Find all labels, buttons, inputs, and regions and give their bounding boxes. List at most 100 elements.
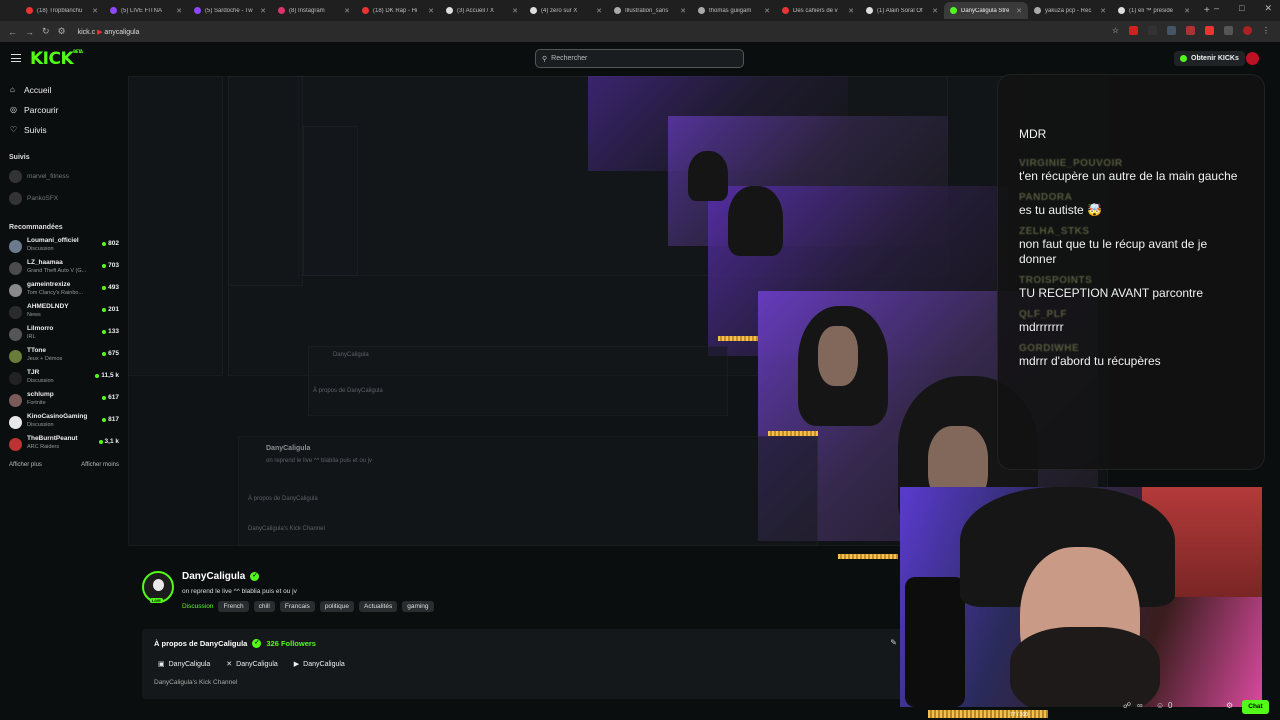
recommended-channel[interactable]: TJR Discussion 11,5 k [0, 368, 128, 390]
extensions-puzzle-icon[interactable] [1224, 26, 1233, 35]
browser-tab[interactable]: (5) Sardoche - Tw ✕ [188, 2, 272, 19]
tab-close-icon[interactable]: ✕ [260, 7, 266, 15]
tab-close-icon[interactable]: ✕ [848, 7, 854, 15]
social-link[interactable]: ▶ DanyCaligula [294, 660, 345, 669]
chat-overlay: MDR VIRGINIE_POUVOIR t'en récupère un aut… [997, 74, 1265, 470]
browser-tab[interactable]: yakuza pcp - Rec ✕ [1028, 2, 1112, 19]
get-kicks-button[interactable]: Obtenir KICKs [1174, 51, 1245, 66]
recommended-channel[interactable]: KinoCasinoGaming Discussion 817 [0, 412, 128, 434]
recommended-channel[interactable]: TheBurntPeanut ARC Raiders 3,1 k [0, 434, 128, 456]
maximize-icon[interactable]: □ [1239, 3, 1244, 14]
user-avatar[interactable] [1246, 52, 1259, 65]
browser-tab[interactable]: Des cahiers de v ✕ [776, 2, 860, 19]
chat-username[interactable]: TROISPOINTS [1019, 275, 1264, 286]
browser-tab[interactable]: Illustration_sans ✕ [608, 2, 692, 19]
social-link[interactable]: ✕ DanyCaligula [226, 660, 278, 669]
browser-tab[interactable]: thomas guiigam ✕ [692, 2, 776, 19]
show-more-link[interactable]: Afficher plus [9, 462, 42, 468]
extension-icon[interactable] [1186, 26, 1195, 35]
followers-count: 326 Followers [266, 639, 316, 648]
recommended-channel[interactable]: AHMEDLNDY News 201 [0, 302, 128, 324]
tag-chip[interactable]: French [218, 601, 249, 612]
tab-close-icon[interactable]: ✕ [1184, 7, 1190, 15]
sidebar-item-accueil[interactable]: ⌂ Accueil [0, 80, 128, 100]
back-icon[interactable]: ← [8, 27, 17, 37]
recommended-channel[interactable]: Lilmorro IRL 133 [0, 324, 128, 346]
extension-icon[interactable] [1129, 26, 1138, 35]
sidebar-item-parcourir[interactable]: ◎ Parcourir [0, 100, 128, 120]
chat-button[interactable]: Chat [1242, 700, 1269, 714]
tag-chip[interactable]: gaming [402, 601, 434, 612]
tab-close-icon[interactable]: ✕ [176, 7, 182, 15]
recommended-channel[interactable]: gameintrexize Tom Clancy's Rainbo... 493 [0, 280, 128, 302]
tab-close-icon[interactable]: ✕ [764, 7, 770, 15]
channel-name[interactable]: DanyCaligula [182, 571, 245, 582]
tag-chip[interactable]: chill [253, 601, 275, 612]
chat-username[interactable]: GORDIWHE [1019, 343, 1264, 354]
youtube-mini-icon: ▶ [97, 28, 103, 36]
chat-username[interactable]: VIRGINIE_POUVOIR [1019, 158, 1264, 169]
menu-dots-icon[interactable]: ⋮ [1262, 26, 1270, 35]
url-part-2: anycaligula [104, 28, 140, 36]
extension-icon[interactable] [1205, 26, 1214, 35]
sidebar-item-suivis[interactable]: ♡ Suivis [0, 120, 128, 140]
browser-tab[interactable]: (4) zero sur X ✕ [524, 2, 608, 19]
tab-close-icon[interactable]: ✕ [92, 7, 98, 15]
tab-close-icon[interactable]: ✕ [680, 7, 686, 15]
recommended-channel[interactable]: schlump Fortnite 617 [0, 390, 128, 412]
tab-close-icon[interactable]: ✕ [428, 7, 434, 15]
logo-text: KICK [30, 49, 74, 69]
avatar [9, 192, 22, 205]
minimize-icon[interactable]: – [1214, 3, 1219, 14]
followed-channel[interactable]: marvel_fitness [0, 166, 128, 188]
tab-close-icon[interactable]: ✕ [596, 7, 602, 15]
tab-close-icon[interactable]: ✕ [512, 7, 518, 15]
hamburger-menu-icon[interactable] [11, 54, 21, 62]
browser-tab[interactable]: (1) eli ™ preside ✕ [1112, 2, 1196, 19]
extension-icon[interactable] [1148, 26, 1157, 35]
followed-channel[interactable]: PankoSFX [0, 188, 128, 210]
category-link[interactable]: Discussion [182, 603, 213, 610]
tab-close-icon[interactable]: ✕ [344, 7, 350, 15]
browser-tab[interactable]: DanyCaligula Stre ✕ [944, 2, 1028, 19]
tag-chip[interactable]: Francais [279, 601, 315, 612]
settings-gear-icon[interactable]: ⚙ [1226, 701, 1233, 710]
browser-tab[interactable]: (18) DK Rap - Hi ✕ [356, 2, 440, 19]
tag-chip[interactable]: Actualités [359, 601, 398, 612]
browser-tab[interactable]: (1) Alain Soral Of ✕ [860, 2, 944, 19]
forward-icon[interactable]: → [25, 27, 34, 37]
chat-username[interactable]: PANDORA [1019, 192, 1264, 203]
profile-icon[interactable] [1243, 26, 1252, 35]
browser-tab[interactable]: (18) Tropblanchu ✕ [20, 2, 104, 19]
recommended-channel[interactable]: TTone Jeux + Démos 675 [0, 346, 128, 368]
new-tab-icon[interactable]: + [1204, 5, 1210, 16]
tab-close-icon[interactable]: ✕ [932, 7, 938, 15]
social-link[interactable]: ▣ DanyCaligula [158, 660, 210, 669]
chat-username[interactable]: QLF_PLF [1019, 309, 1264, 320]
url-field[interactable]: kick.c ▶ anycaligula [78, 28, 140, 36]
site-info-icon[interactable]: ⚙ [58, 26, 66, 37]
tab-close-icon[interactable]: ✕ [1100, 7, 1106, 15]
recommended-channel[interactable]: LZ_haamaa Grand Theft Auto V (G... 703 [0, 258, 128, 280]
tab-close-icon[interactable]: ✕ [1016, 7, 1022, 15]
recommended-channel[interactable]: Loumani_officiel Discussion 802 [0, 236, 128, 258]
tab-favicon-icon [1034, 7, 1041, 14]
tag-chip[interactable]: politique [319, 601, 355, 612]
tab-label: DanyCaligula Stre [961, 7, 1010, 14]
user-icon[interactable]: ☺ [1156, 701, 1164, 710]
extension-icon[interactable] [1167, 26, 1176, 35]
bookmark-star-icon[interactable]: ☆ [1112, 26, 1119, 35]
chat-username[interactable]: ZELHA_STKS [1019, 226, 1264, 237]
search-input[interactable]: ⚲ Rechercher [535, 49, 744, 68]
close-window-icon[interactable]: ✕ [1264, 3, 1272, 14]
link-icon[interactable]: ☍ [1123, 701, 1131, 710]
reload-icon[interactable]: ↻ [42, 26, 50, 37]
kicks-coin-icon [1180, 55, 1187, 62]
infinity-icon[interactable]: ∞ [1137, 701, 1143, 710]
kick-logo[interactable]: KICKBETA [30, 49, 83, 69]
show-less-link[interactable]: Afficher moins [81, 462, 119, 468]
edit-pencil-icon[interactable]: ✎ [890, 638, 897, 647]
browser-tab[interactable]: (8) Instagram ✕ [272, 2, 356, 19]
browser-tab[interactable]: (5) LIVE FITNA ✕ [104, 2, 188, 19]
browser-tab[interactable]: (3) Accueil / X ✕ [440, 2, 524, 19]
